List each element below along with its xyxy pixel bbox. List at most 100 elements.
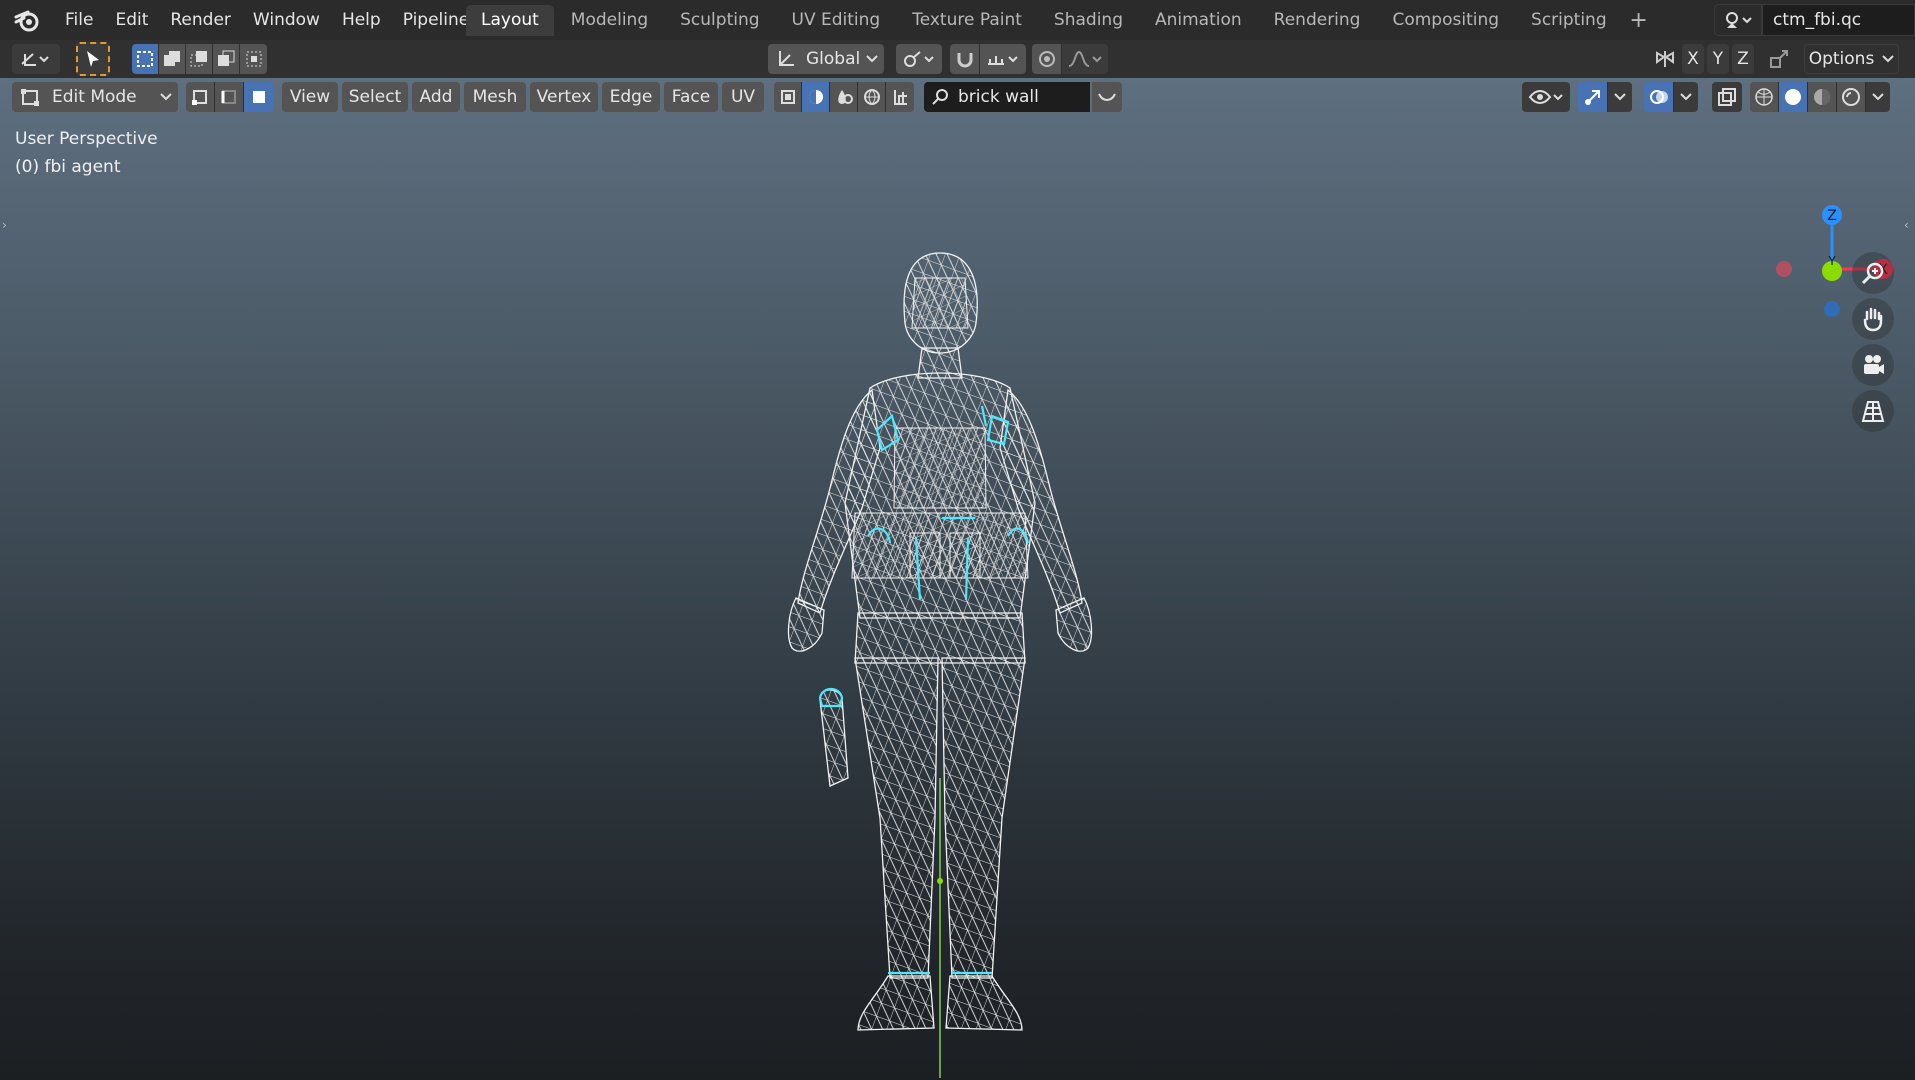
select-extend-button[interactable] [159,44,186,74]
face-select-button[interactable] [244,82,273,112]
face-menu[interactable]: Face [664,82,718,112]
select-subtract-icon [190,51,207,67]
show-gizmo-toggle[interactable] [1578,82,1608,112]
overlay-options-dropdown[interactable] [1674,82,1698,112]
tab-rendering[interactable]: Rendering [1258,5,1376,36]
material-shading-button[interactable] [1808,82,1837,112]
mirror-options-button[interactable] [1652,44,1678,74]
gizmo-y-label: Y [1827,254,1836,268]
view-menu[interactable]: View [282,82,338,112]
select-menu[interactable]: Select [342,82,408,112]
menu-help[interactable]: Help [331,0,392,40]
tab-animation[interactable]: Animation [1139,5,1257,36]
tab-shading[interactable]: Shading [1038,5,1138,36]
wireframe-shading-button[interactable] [1750,82,1779,112]
gizmo-options-dropdown[interactable] [1608,82,1632,112]
active-tool-select-button[interactable] [76,42,110,76]
zoom-magnifier-icon [1861,262,1884,285]
camera-view-button[interactable] [1852,344,1894,386]
auto-merge-icon [1770,50,1788,68]
shading-options-dropdown[interactable] [1866,82,1890,112]
edge-select-button[interactable] [215,82,244,112]
tab-modeling[interactable]: Modeling [555,5,664,36]
material-preview-toggle[interactable] [830,82,858,112]
3d-viewport[interactable]: Edit Mode View Select Add Mesh Vertex Ed… [0,78,1915,1080]
tab-sculpting[interactable]: Sculpting [665,5,775,36]
mirror-x-toggle[interactable]: X [1682,44,1704,74]
scene-icon [1726,12,1752,28]
butterfly-mirror-icon [1656,51,1674,67]
proportional-falloff-dropdown[interactable] [1062,44,1108,74]
transform-orientation-label: Global [806,49,861,69]
camera-icon [1864,355,1884,374]
wireframe-sphere-icon [1755,88,1773,106]
search-field[interactable]: brick wall [924,82,1090,112]
hand-icon [1863,307,1883,332]
pan-button[interactable] [1852,298,1894,340]
tab-uv-editing[interactable]: UV Editing [776,5,896,36]
blender-logo-icon[interactable] [14,8,40,32]
search-icon [932,89,948,105]
droplet-icon [837,90,853,104]
tab-scripting[interactable]: Scripting [1516,5,1622,36]
uv-grid-icon [894,90,907,105]
chevron-down-icon [1872,93,1884,101]
edit-mode-icon [21,89,39,106]
gizmo-toggle-group [1578,82,1632,112]
grid-perspective-icon [1861,401,1885,422]
editor-type-icon [21,53,49,66]
select-intersect-button[interactable] [240,44,267,74]
perspective-toggle-button[interactable] [1852,390,1894,432]
vertex-menu[interactable]: Vertex [530,82,598,112]
visibility-dropdown[interactable] [1522,82,1570,112]
edge-menu[interactable]: Edge [602,82,660,112]
options-dropdown[interactable]: Options [1804,44,1899,74]
rendered-preview-toggle[interactable] [858,82,886,112]
tab-texture-paint[interactable]: Texture Paint [897,5,1037,36]
menu-window[interactable]: Window [242,0,331,40]
auto-merge-toggle[interactable] [1766,44,1792,74]
add-menu[interactable]: Add [412,82,460,112]
top-bar: File Edit Render Window Help Pipeline La… [0,0,1915,40]
toolbar-expand-arrow-icon[interactable]: › [2,218,10,238]
select-new-button[interactable] [132,44,159,74]
solid-shading-button[interactable] [1779,82,1808,112]
menu-render[interactable]: Render [159,0,242,40]
proportional-edit-icon [1038,51,1055,67]
fbi-agent-mesh[interactable] [690,218,1190,1080]
mesh-menu[interactable]: Mesh [464,82,526,112]
select-subtract-button[interactable] [186,44,213,74]
mirror-z-toggle[interactable]: Z [1732,44,1754,74]
curve-falloff-button[interactable] [1092,82,1122,112]
editor-type-button[interactable] [12,44,60,74]
toggle-xray-button[interactable] [1712,82,1742,112]
tab-layout[interactable]: Layout [466,5,554,36]
menu-edit[interactable]: Edit [104,0,159,40]
falloff-curve-icon [1068,50,1102,67]
pivot-point-dropdown[interactable] [896,44,942,74]
x-ray-toggle[interactable] [774,82,802,112]
workspace-tabs: Layout Modeling Sculpting UV Editing Tex… [466,5,1654,37]
scene-selector-button[interactable] [1714,4,1762,36]
uv-sync-toggle[interactable] [886,82,914,112]
zoom-button[interactable] [1852,252,1894,294]
rendered-shading-button[interactable] [1837,82,1866,112]
chevron-down-icon [160,93,172,101]
show-overlays-toggle[interactable] [1644,82,1674,112]
solid-shading-toggle[interactable] [802,82,830,112]
vertex-select-icon [192,90,207,105]
tab-compositing[interactable]: Compositing [1377,5,1515,36]
mode-dropdown[interactable]: Edit Mode [12,82,178,112]
vertex-select-button[interactable] [186,82,215,112]
add-workspace-button[interactable]: + [1623,5,1654,36]
uv-menu[interactable]: UV [722,82,764,112]
mirror-y-toggle[interactable]: Y [1707,44,1729,74]
select-invert-button[interactable] [213,44,240,74]
scene-name-field[interactable]: ctm_fbi.qc [1762,4,1915,36]
snap-target-dropdown[interactable] [980,44,1026,74]
transform-orientation-dropdown[interactable]: Global [768,44,884,74]
menu-file[interactable]: File [54,0,104,40]
snap-toggle-button[interactable] [950,44,980,74]
chevron-down-icon [1882,55,1895,63]
proportional-edit-toggle[interactable] [1032,44,1062,74]
